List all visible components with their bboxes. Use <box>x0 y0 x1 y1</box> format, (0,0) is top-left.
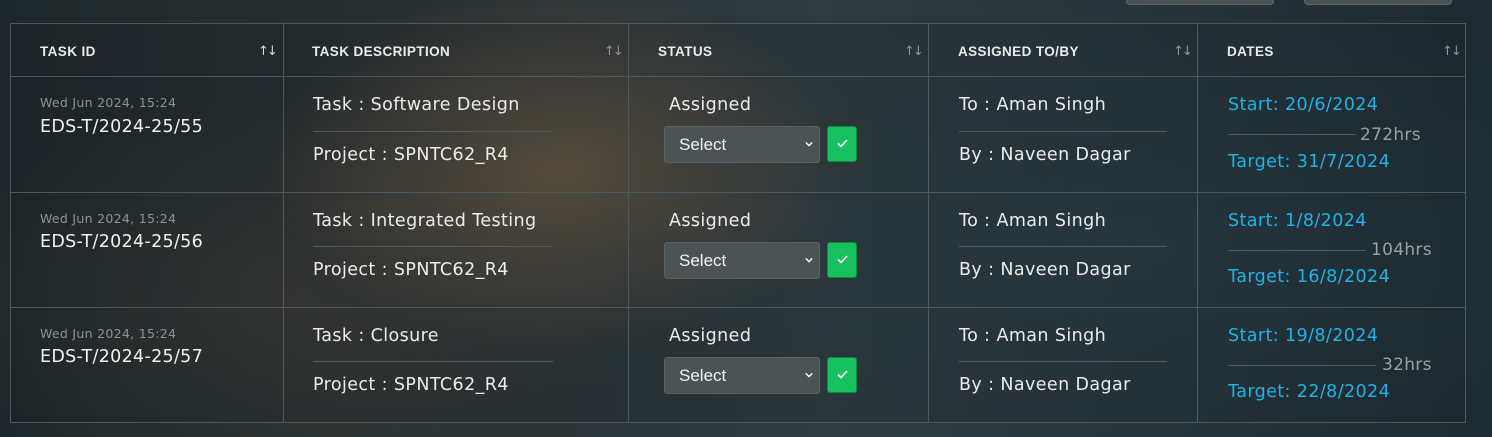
task-timestamp: Wed Jun 2024, 15:24 <box>40 95 177 110</box>
duration-line <box>1228 250 1366 251</box>
status-select[interactable]: Select <box>664 126 820 163</box>
column-divider <box>283 24 284 422</box>
cell-separator <box>959 361 1167 362</box>
status-label: Assigned <box>669 95 752 115</box>
assigned-by: By : Naveen Dagar <box>959 145 1131 165</box>
check-icon <box>837 370 848 379</box>
sort-arrows-icon[interactable]: ↑↓ <box>904 44 924 59</box>
duration-line <box>1228 134 1356 135</box>
row-divider <box>11 307 1465 308</box>
column-divider <box>628 24 629 422</box>
status-select-value: Select <box>679 251 727 270</box>
cell-separator <box>313 361 553 362</box>
cell-separator <box>313 131 553 132</box>
task-id: EDS-T/2024-25/55 <box>40 117 204 137</box>
target-date: Target: 31/7/2024 <box>1228 152 1391 172</box>
row-divider <box>11 192 1465 193</box>
task-timestamp: Wed Jun 2024, 15:24 <box>40 326 177 341</box>
sort-arrows-icon[interactable]: ↑↓ <box>604 44 624 59</box>
assigned-to: To : Aman Singh <box>959 211 1107 231</box>
confirm-status-button[interactable] <box>827 126 857 162</box>
project-name: Project : SPNTC62_R4 <box>313 145 509 165</box>
check-icon <box>837 139 848 148</box>
header-divider <box>11 76 1465 77</box>
task-id: EDS-T/2024-25/57 <box>40 347 204 367</box>
target-date: Target: 16/8/2024 <box>1228 267 1391 287</box>
start-date: Start: 20/6/2024 <box>1228 95 1379 115</box>
confirm-status-button[interactable] <box>827 357 857 393</box>
task-table: TASK ID ↑↓ TASK DESCRIPTION ↑↓ STATUS ↑↓… <box>10 23 1466 423</box>
top-action-button-2[interactable] <box>1304 0 1452 5</box>
confirm-status-button[interactable] <box>827 242 857 278</box>
sort-arrows-icon[interactable]: ↑↓ <box>1173 44 1193 59</box>
chevron-down-icon <box>805 141 813 147</box>
header-assigned-to-by[interactable]: ASSIGNED TO/BY <box>958 44 1079 59</box>
start-date: Start: 19/8/2024 <box>1228 326 1379 346</box>
duration-line <box>1228 365 1376 366</box>
status-select-value: Select <box>679 135 727 154</box>
assigned-by: By : Naveen Dagar <box>959 375 1131 395</box>
assigned-to: To : Aman Singh <box>959 326 1107 346</box>
duration-hours: 272hrs <box>1360 125 1421 145</box>
task-timestamp: Wed Jun 2024, 15:24 <box>40 211 177 226</box>
project-name: Project : SPNTC62_R4 <box>313 260 509 280</box>
duration-hours: 104hrs <box>1371 240 1432 260</box>
chevron-down-icon <box>805 372 813 378</box>
column-divider <box>1197 24 1198 422</box>
status-label: Assigned <box>669 211 752 231</box>
status-select[interactable]: Select <box>664 242 820 279</box>
status-select[interactable]: Select <box>664 357 820 394</box>
cell-separator <box>959 246 1167 247</box>
header-status[interactable]: STATUS <box>658 44 712 59</box>
header-task-id[interactable]: TASK ID <box>40 44 96 59</box>
cell-separator <box>959 131 1167 132</box>
task-name: Task : Software Design <box>313 95 520 115</box>
duration-hours: 32hrs <box>1382 355 1432 375</box>
chevron-down-icon <box>805 257 813 263</box>
task-name: Task : Integrated Testing <box>313 211 537 231</box>
status-select-value: Select <box>679 366 727 385</box>
header-dates[interactable]: DATES <box>1227 44 1274 59</box>
task-id: EDS-T/2024-25/56 <box>40 232 204 252</box>
sort-arrows-icon[interactable]: ↑↓ <box>258 44 278 59</box>
assigned-to: To : Aman Singh <box>959 95 1107 115</box>
sort-arrows-icon[interactable]: ↑↓ <box>1442 44 1462 59</box>
assigned-by: By : Naveen Dagar <box>959 260 1131 280</box>
cell-separator <box>313 246 553 247</box>
top-action-button-1[interactable] <box>1126 0 1274 5</box>
status-label: Assigned <box>669 326 752 346</box>
project-name: Project : SPNTC62_R4 <box>313 375 509 395</box>
start-date: Start: 1/8/2024 <box>1228 211 1367 231</box>
target-date: Target: 22/8/2024 <box>1228 382 1391 402</box>
task-name: Task : Closure <box>313 326 439 346</box>
check-icon <box>837 255 848 264</box>
header-task-description[interactable]: TASK DESCRIPTION <box>312 44 450 59</box>
column-divider <box>928 24 929 422</box>
